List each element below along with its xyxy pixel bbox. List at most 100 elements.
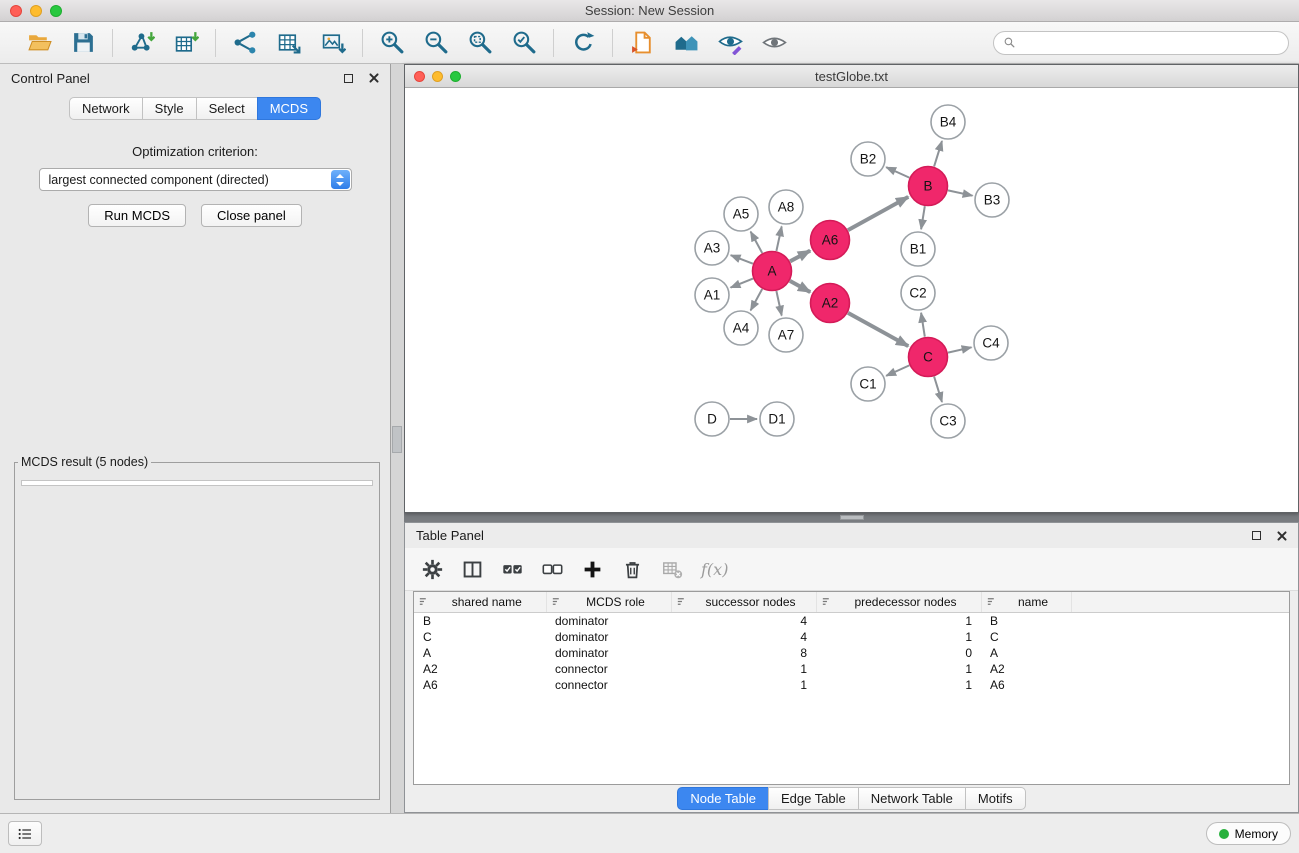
graph-node-A[interactable]: A bbox=[753, 252, 792, 291]
tab-edge-table[interactable]: Edge Table bbox=[768, 787, 859, 810]
table-cell[interactable]: connector bbox=[546, 677, 671, 693]
open-session-file-button[interactable] bbox=[624, 27, 660, 59]
save-session-button[interactable] bbox=[65, 27, 101, 59]
table-cell[interactable]: A6 bbox=[414, 677, 546, 693]
table-cell[interactable]: A2 bbox=[414, 661, 546, 677]
table-cell[interactable]: 1 bbox=[671, 661, 816, 677]
show-all-panels-button[interactable] bbox=[668, 27, 704, 59]
maximize-window-button[interactable] bbox=[50, 5, 62, 17]
table-cell[interactable]: A6 bbox=[981, 677, 1071, 693]
import-table-from-file-button[interactable] bbox=[168, 27, 204, 59]
network-close-button[interactable] bbox=[414, 71, 425, 82]
table-panel-float-icon[interactable] bbox=[1252, 531, 1261, 540]
horizontal-splitter[interactable] bbox=[404, 513, 1299, 522]
graph-node-D1[interactable]: D1 bbox=[760, 402, 794, 436]
graph-edge-A-A8[interactable] bbox=[776, 227, 781, 252]
table-row[interactable]: Cdominator41C bbox=[414, 629, 1289, 645]
column-header-shared-name[interactable]: shared name bbox=[414, 592, 546, 612]
tab-select[interactable]: Select bbox=[196, 97, 258, 120]
splitter-handle[interactable] bbox=[392, 426, 402, 453]
select-all-rows-button[interactable] bbox=[495, 552, 529, 586]
graph-edge-C-C1[interactable] bbox=[886, 365, 909, 375]
table-cell[interactable]: A2 bbox=[981, 661, 1071, 677]
graph-edge-B-B4[interactable] bbox=[934, 141, 942, 166]
column-header-mcds-role[interactable]: MCDS role bbox=[546, 592, 671, 612]
graph-edge-C-C2[interactable] bbox=[921, 313, 925, 337]
graph-node-B4[interactable]: B4 bbox=[931, 105, 965, 139]
graph-node-B1[interactable]: B1 bbox=[901, 232, 935, 266]
graph-edge-C-C4[interactable] bbox=[948, 347, 972, 352]
table-cell[interactable]: 1 bbox=[816, 629, 981, 645]
graph-node-C1[interactable]: C1 bbox=[851, 367, 885, 401]
graph-node-B[interactable]: B bbox=[909, 167, 948, 206]
network-minimize-button[interactable] bbox=[432, 71, 443, 82]
function-builder-button[interactable]: f(x) bbox=[695, 552, 734, 586]
result-item[interactable]: A2 bbox=[27, 483, 367, 486]
table-cell[interactable]: dominator bbox=[546, 629, 671, 645]
graph-node-A4[interactable]: A4 bbox=[724, 311, 758, 345]
table-row[interactable]: A2connector11A2 bbox=[414, 661, 1289, 677]
graph-edge-B-B1[interactable] bbox=[921, 206, 925, 229]
table-row[interactable]: Adominator80A bbox=[414, 645, 1289, 661]
tab-network-table[interactable]: Network Table bbox=[858, 787, 966, 810]
import-network-from-file-button[interactable] bbox=[124, 27, 160, 59]
zoom-selected-button[interactable] bbox=[506, 27, 542, 59]
run-mcds-button[interactable]: Run MCDS bbox=[88, 204, 186, 227]
table-cell[interactable]: 4 bbox=[671, 612, 816, 629]
column-header-name[interactable]: name bbox=[981, 592, 1071, 612]
table-cell[interactable]: dominator bbox=[546, 612, 671, 629]
graph-edge-A2-C[interactable] bbox=[848, 313, 908, 346]
graph-edge-B-B3[interactable] bbox=[948, 190, 973, 195]
table-cell[interactable]: B bbox=[414, 612, 546, 629]
open-session-button[interactable] bbox=[21, 27, 57, 59]
graph-node-C[interactable]: C bbox=[909, 338, 948, 377]
graph-node-A2[interactable]: A2 bbox=[811, 284, 850, 323]
graph-node-C2[interactable]: C2 bbox=[901, 276, 935, 310]
create-new-column-button[interactable] bbox=[575, 552, 609, 586]
deselect-all-rows-button[interactable] bbox=[535, 552, 569, 586]
close-window-button[interactable] bbox=[10, 5, 22, 17]
table-cell[interactable]: dominator bbox=[546, 645, 671, 661]
table-cell[interactable]: 1 bbox=[816, 612, 981, 629]
graph-edge-B-B2[interactable] bbox=[886, 167, 909, 177]
graph-node-D[interactable]: D bbox=[695, 402, 729, 436]
table-cell[interactable]: 8 bbox=[671, 645, 816, 661]
graph-edge-A-A7[interactable] bbox=[776, 291, 781, 316]
table-cell[interactable]: 4 bbox=[671, 629, 816, 645]
table-cell[interactable]: B bbox=[981, 612, 1071, 629]
graph-node-A3[interactable]: A3 bbox=[695, 231, 729, 265]
minimize-window-button[interactable] bbox=[30, 5, 42, 17]
zoom-fit-button[interactable] bbox=[462, 27, 498, 59]
graph-node-B2[interactable]: B2 bbox=[851, 142, 885, 176]
table-cell[interactable]: 1 bbox=[671, 677, 816, 693]
column-header-predecessor-nodes[interactable]: predecessor nodes bbox=[816, 592, 981, 612]
show-hide-graphics-button[interactable] bbox=[756, 27, 792, 59]
zoom-out-button[interactable] bbox=[418, 27, 454, 59]
graph-edge-A-A2[interactable] bbox=[790, 281, 810, 292]
graph-edge-A6-B[interactable] bbox=[848, 197, 908, 230]
graph-node-A8[interactable]: A8 bbox=[769, 190, 803, 224]
table-cell[interactable]: 0 bbox=[816, 645, 981, 661]
graph-edge-A-A3[interactable] bbox=[731, 255, 753, 264]
table-cell[interactable]: C bbox=[981, 629, 1071, 645]
memory-button[interactable]: Memory bbox=[1206, 822, 1291, 845]
show-column-button[interactable] bbox=[455, 552, 489, 586]
panel-splitter[interactable] bbox=[391, 64, 404, 813]
tab-motifs[interactable]: Motifs bbox=[965, 787, 1026, 810]
control-panel-close-icon[interactable] bbox=[368, 73, 379, 84]
annotation-mode-button[interactable] bbox=[712, 27, 748, 59]
table-cell[interactable]: C bbox=[414, 629, 546, 645]
close-panel-button[interactable]: Close panel bbox=[201, 204, 302, 227]
optimization-criterion-select[interactable]: largest connected component (directed) bbox=[39, 168, 352, 191]
graph-node-A1[interactable]: A1 bbox=[695, 278, 729, 312]
search-box[interactable] bbox=[993, 31, 1289, 55]
export-table-button[interactable] bbox=[271, 27, 307, 59]
graph-node-B3[interactable]: B3 bbox=[975, 183, 1009, 217]
graph-node-C4[interactable]: C4 bbox=[974, 326, 1008, 360]
network-maximize-button[interactable] bbox=[450, 71, 461, 82]
column-header-successor-nodes[interactable]: successor nodes bbox=[671, 592, 816, 612]
graph-node-A6[interactable]: A6 bbox=[811, 221, 850, 260]
splitter-handle[interactable] bbox=[840, 515, 864, 520]
control-panel-float-icon[interactable] bbox=[344, 74, 353, 83]
graph-node-A7[interactable]: A7 bbox=[769, 318, 803, 352]
